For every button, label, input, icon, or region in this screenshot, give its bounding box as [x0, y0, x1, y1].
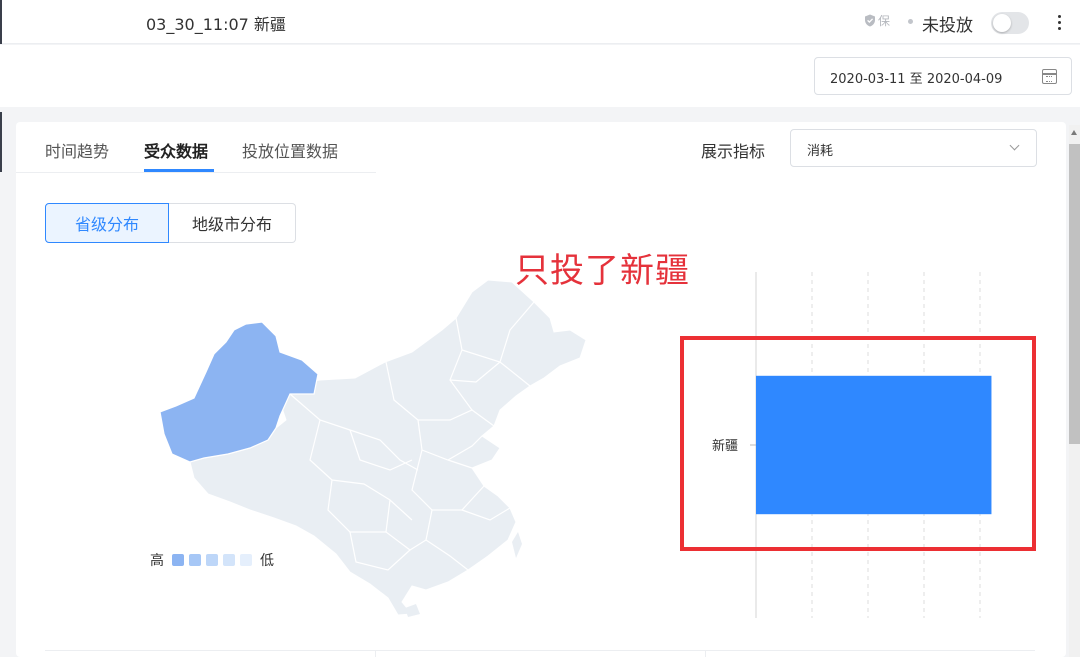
tab-placement-data[interactable]: 投放位置数据 — [242, 138, 338, 162]
region-level-toggle: 省级分布 地级市分布 — [45, 203, 296, 243]
tab-divider — [16, 172, 376, 173]
legend-low-label: 低 — [260, 553, 274, 569]
city-distribution-button[interactable]: 地级市分布 — [169, 203, 296, 243]
date-toolbar: 2020-03-11 至 2020-04-09 — [0, 45, 1080, 107]
tab-time-trend[interactable]: 时间趋势 — [45, 138, 109, 162]
legend-swatch-0 — [172, 554, 184, 566]
scrollbar-thumb[interactable] — [1069, 144, 1080, 444]
bottom-divider — [45, 650, 1035, 651]
province-distribution-button[interactable]: 省级分布 — [45, 203, 169, 243]
calendar-icon — [1042, 69, 1057, 84]
province-bar-chart: 新疆 — [712, 272, 992, 618]
date-range-value: 2020-03-11 至 2020-04-09 — [830, 72, 1003, 87]
tab-audience-data[interactable]: 受众数据 — [144, 138, 208, 162]
top-header: 03_30_11:07 新疆 保 未投放 — [0, 0, 1080, 44]
metric-select[interactable]: 消耗 — [790, 129, 1037, 167]
bottom-divider-tick — [375, 650, 376, 657]
legend-swatch-2 — [206, 554, 218, 566]
legend-swatch-3 — [223, 554, 235, 566]
chart-bar — [756, 375, 992, 515]
sidebar-edge — [0, 0, 2, 44]
chevron-down-icon — [1009, 140, 1020, 151]
metric-selected-value: 消耗 — [807, 144, 834, 159]
delivery-toggle[interactable] — [991, 12, 1029, 34]
sidebar-edge-lower — [0, 112, 2, 172]
shield-icon — [865, 14, 875, 27]
chart-y-tick-label: 新疆 — [712, 438, 738, 454]
scroll-up-arrow-icon[interactable] — [1071, 130, 1077, 135]
status-dot — [908, 19, 913, 24]
protection-badge: 保 — [864, 12, 890, 29]
legend-swatch-4 — [240, 554, 252, 566]
date-range-picker[interactable]: 2020-03-11 至 2020-04-09 — [814, 57, 1072, 95]
bottom-divider-tick — [705, 650, 706, 657]
legend-swatch-1 — [189, 554, 201, 566]
map-hainan — [405, 604, 420, 617]
campaign-title: 03_30_11:07 新疆 — [146, 15, 286, 34]
metric-label: 展示指标 — [701, 142, 766, 161]
map-legend: 高 低 — [150, 550, 274, 570]
toggle-knob — [993, 14, 1011, 32]
more-vertical-icon[interactable] — [1052, 10, 1066, 34]
badge-label: 保 — [878, 14, 891, 28]
map-taiwan — [512, 532, 522, 558]
legend-high-label: 高 — [150, 553, 164, 569]
legend-swatches — [172, 554, 252, 566]
delivery-status: 未投放 — [922, 16, 973, 36]
